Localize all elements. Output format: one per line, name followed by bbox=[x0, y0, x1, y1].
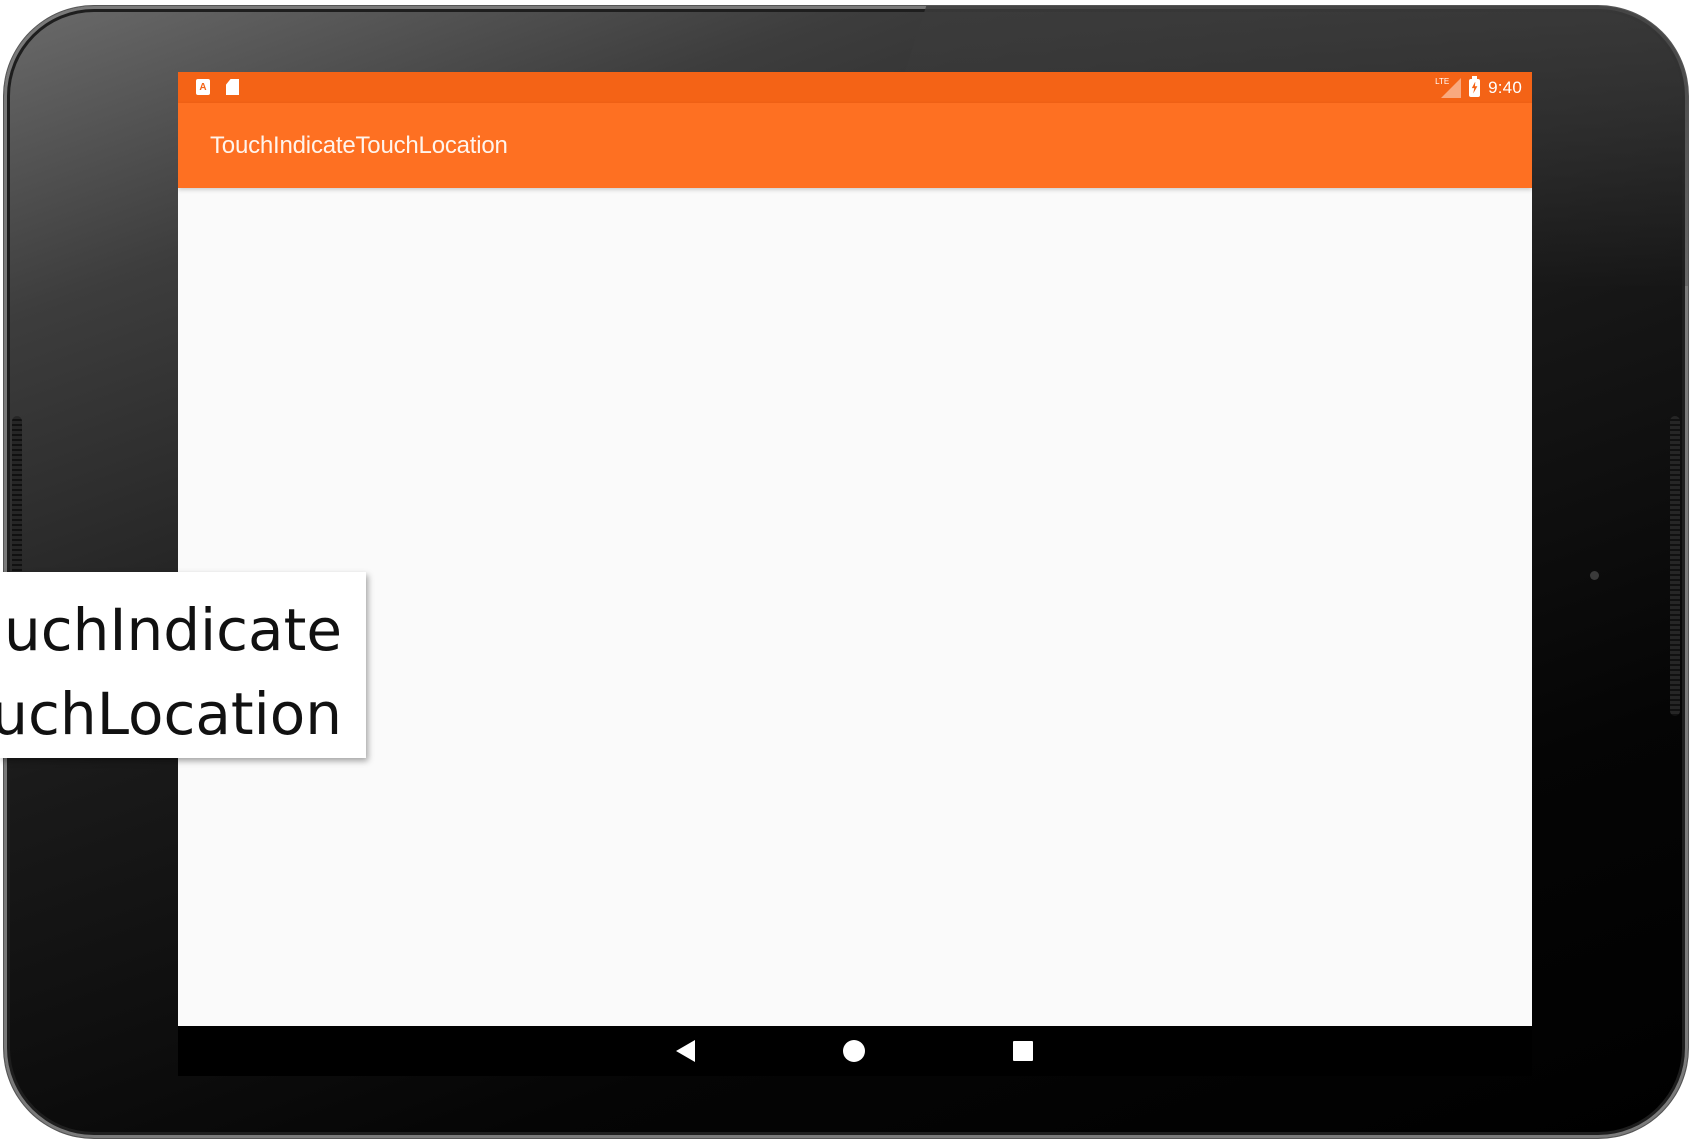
touch-area[interactable] bbox=[178, 188, 1532, 1026]
notification-a-icon: A bbox=[196, 79, 210, 95]
sd-card-icon bbox=[226, 79, 239, 95]
screen: A LTE 9:40 TouchIndicateTouchLocation bbox=[178, 72, 1532, 1076]
back-icon[interactable] bbox=[676, 1040, 695, 1062]
caption-line-2: uchLocation bbox=[0, 680, 342, 748]
camera-icon bbox=[1590, 571, 1599, 580]
stage: A LTE 9:40 TouchIndicateTouchLocation uc… bbox=[0, 0, 1690, 1142]
navigation-bar bbox=[178, 1026, 1532, 1076]
app-bar: TouchIndicateTouchLocation bbox=[178, 103, 1532, 188]
recents-icon[interactable] bbox=[1013, 1041, 1033, 1061]
status-clock: 9:40 bbox=[1488, 77, 1522, 97]
battery-charging-icon bbox=[1469, 75, 1481, 97]
home-icon[interactable] bbox=[843, 1040, 865, 1062]
caption-line-1: uchIndicate bbox=[3, 596, 342, 664]
caption-overlay: uchIndicate uchLocation bbox=[0, 572, 366, 758]
caption-text: uchIndicate uchLocation bbox=[0, 588, 342, 756]
app-title: TouchIndicateTouchLocation bbox=[210, 132, 508, 159]
lte-signal-icon: LTE bbox=[1435, 77, 1462, 98]
status-system: LTE 9:40 bbox=[1435, 75, 1522, 99]
status-bar: A LTE 9:40 bbox=[178, 72, 1532, 103]
status-notifications: A bbox=[196, 79, 239, 95]
speaker-grille-right bbox=[1670, 416, 1680, 716]
